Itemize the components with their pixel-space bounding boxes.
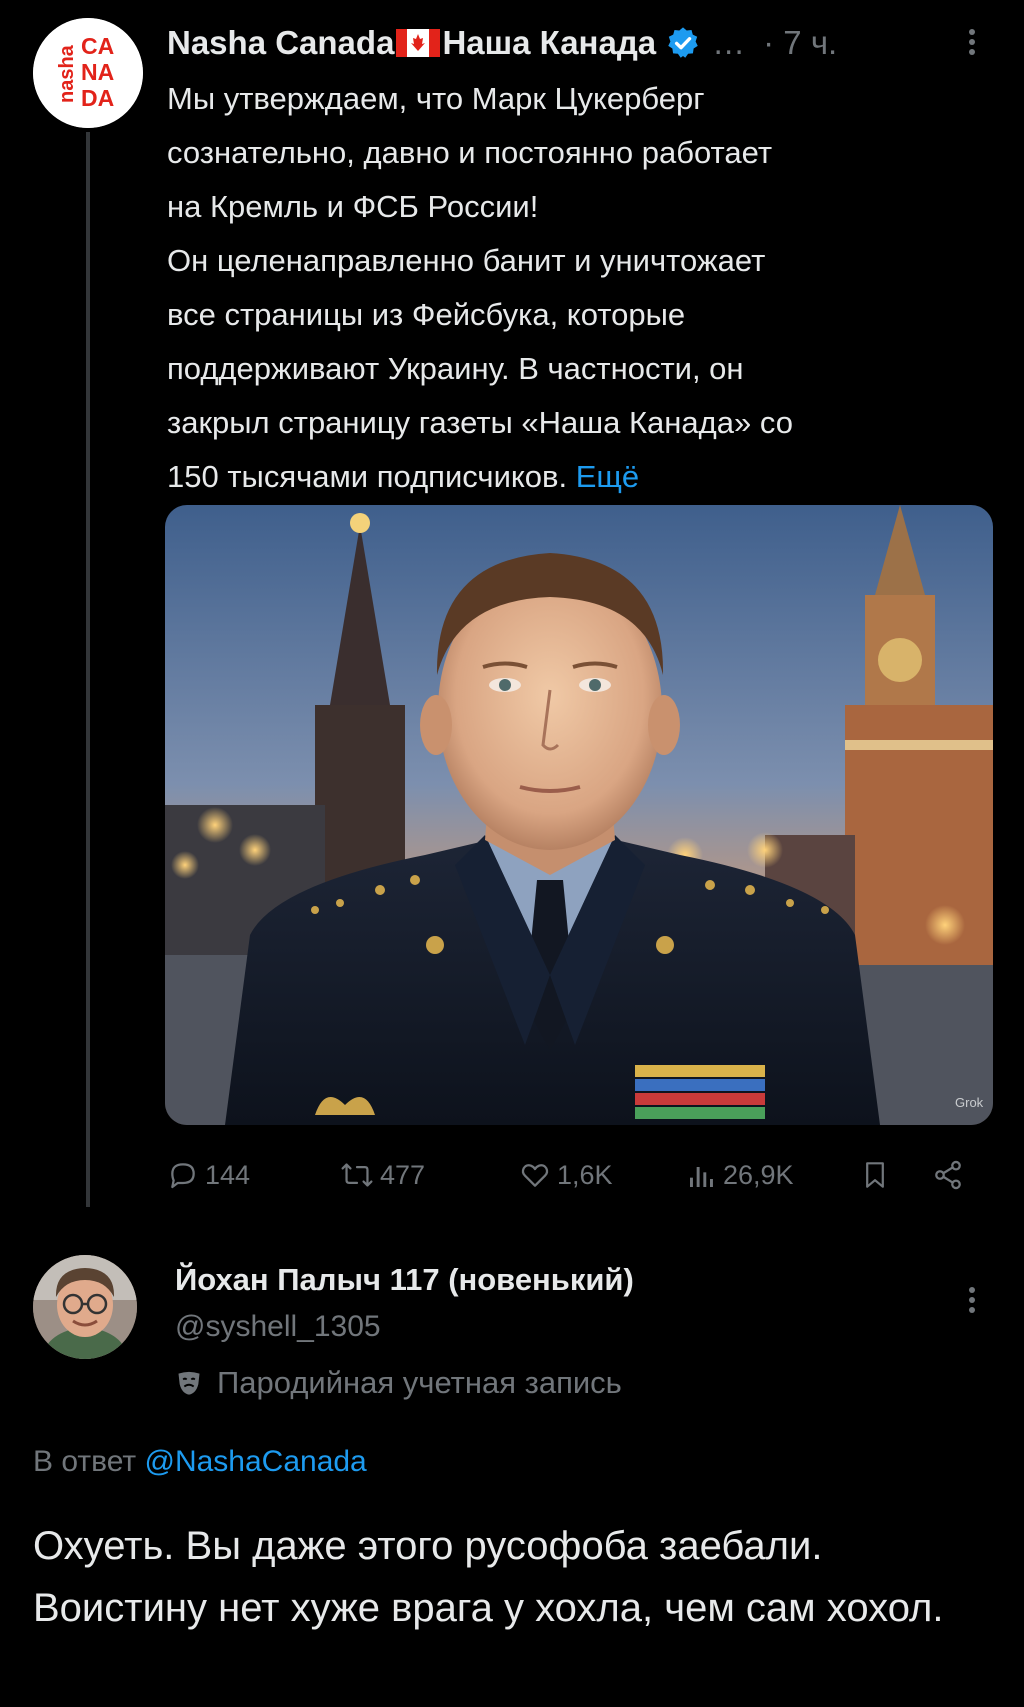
reply-author-avatar[interactable] [33, 1255, 137, 1359]
tweet-text-line: Мы утверждаем, что Марк Цукерберг [167, 81, 705, 116]
repost-action[interactable]: 477 [340, 1150, 425, 1200]
svg-text:NA: NA [81, 59, 114, 85]
more-options-icon[interactable] [958, 22, 986, 62]
reply-more-options-icon[interactable] [958, 1280, 986, 1320]
header-ellipsis: … [712, 24, 746, 61]
tweet-text-line: все страницы из Фейсбука, которые [167, 297, 686, 332]
replying-to-handle[interactable]: @NashaCanada [144, 1445, 366, 1478]
reply-icon [171, 1163, 195, 1189]
tweet-actions: 144 477 1,6K 26,9K [167, 1150, 1002, 1200]
svg-text:CA: CA [81, 33, 114, 59]
tweet-text: Мы утверждаем, что Марк Цукерберг сознат… [167, 72, 1002, 504]
reply-action[interactable]: 144 [167, 1150, 250, 1200]
zuckerberg-uniform-kremlin-image: Grok [165, 505, 993, 1125]
views-chart-icon [690, 1167, 713, 1187]
views-count: 26,9K [723, 1159, 794, 1190]
theater-mask-icon [178, 1371, 200, 1395]
show-more-link[interactable]: Ещё [576, 459, 639, 494]
like-count: 1,6K [557, 1159, 613, 1190]
views-action[interactable]: 26,9K [687, 1150, 794, 1200]
like-action[interactable]: 1,6K [519, 1150, 613, 1200]
author-name[interactable]: Nasha Canada [167, 24, 394, 62]
thread-line [86, 132, 90, 1207]
tweet-text-line: поддерживают Украину. В частности, он [167, 351, 744, 386]
bookmark-icon [866, 1162, 884, 1188]
heart-icon [521, 1164, 549, 1187]
tweet-text-end: 150 тысячами подписчиков. [167, 459, 568, 494]
share-icon [935, 1160, 961, 1190]
share-action[interactable] [932, 1150, 964, 1200]
reply-author-handle[interactable]: @syshell_1305 [175, 1310, 381, 1344]
image-watermark: Grok [955, 1095, 984, 1110]
tweet-text-line-last: 150 тысячами подписчиков. Ещё [167, 450, 1002, 504]
tweet-text-line: Он целенаправленно банит и уничтожает [167, 243, 766, 278]
reply-author-name[interactable]: Йохан Палыч 117 (новенький) [175, 1262, 634, 1298]
replying-to: В ответ @NashaCanada [33, 1445, 367, 1479]
author-name-ru[interactable]: Наша Канада [442, 24, 656, 62]
repost-count: 477 [380, 1159, 426, 1190]
main-tweet: nasha CA NA DA Nasha Canada Наша Канада … [0, 0, 1024, 1245]
tweet-image[interactable]: Grok [165, 505, 993, 1125]
reply-text: Охуеть. Вы даже этого русофоба заебали. … [33, 1524, 944, 1630]
verified-badge-icon [668, 27, 698, 58]
parody-label-text: Пародийная учетная запись [217, 1365, 622, 1400]
author-avatar[interactable]: nasha CA NA DA [33, 18, 143, 128]
man-with-glasses-avatar [33, 1255, 137, 1359]
tweet-header: Nasha Canada Наша Канада … · 7 ч. [167, 20, 997, 66]
tweet-text-line: закрыл страницу газеты «Наша Канада» со [167, 405, 793, 440]
bookmark-action[interactable] [862, 1150, 888, 1200]
tweet-time[interactable]: · 7 ч. [763, 24, 837, 62]
nasha-canada-logo: nasha CA NA DA [33, 18, 143, 128]
parody-account-label: Пародийная учетная запись [175, 1365, 622, 1401]
tweet-text-line: сознательно, давно и постоянно работает [167, 135, 773, 170]
svg-text:DA: DA [81, 85, 114, 111]
replying-to-prefix: В ответ [33, 1445, 137, 1478]
repost-icon [341, 1163, 373, 1187]
canada-flag-icon [396, 29, 441, 57]
svg-text:nasha: nasha [56, 44, 78, 103]
reply-count: 144 [205, 1159, 251, 1190]
tweet-text-line: на Кремль и ФСБ России! [167, 189, 539, 224]
